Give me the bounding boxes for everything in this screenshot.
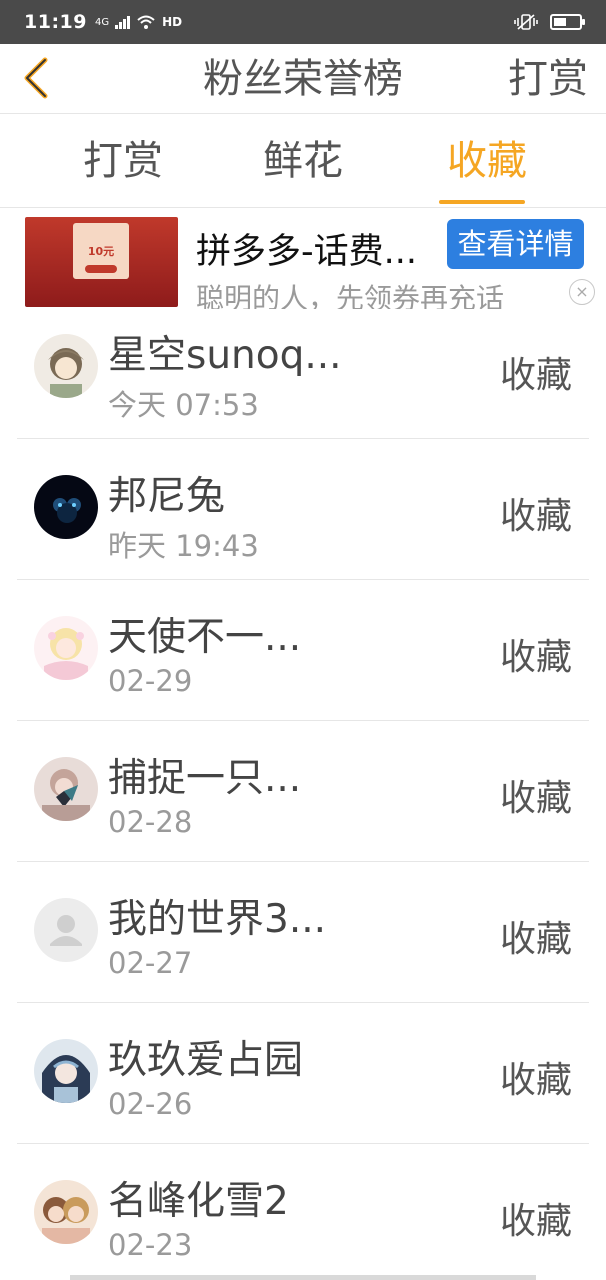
list-item[interactable]: 我的世界3... 02-27 收藏 [0,862,606,1003]
battery-level [554,18,566,26]
list-item[interactable]: 玖玖爱占园 02-26 收藏 [0,1003,606,1144]
status-icons: 4G HD [95,14,182,30]
status-right [514,13,585,31]
user-name: 玖玖爱占园 [108,1038,304,1083]
ad-image: 10元 [25,217,178,307]
user-name: 捕捉一只... [108,756,302,801]
action-label: 收藏 [499,778,572,819]
tab-favorites[interactable]: 收藏 [397,115,577,208]
vibrate-icon [514,14,538,30]
avatar[interactable] [34,898,98,962]
tab-label: 打赏 [83,138,163,184]
action-label: 收藏 [499,1201,572,1242]
ad-image-pill [85,265,117,273]
home-indicator [70,1275,536,1280]
timestamp: 02-29 [108,664,193,698]
user-name: 邦尼兔 [108,474,226,519]
avatar[interactable] [34,1180,98,1244]
avatar[interactable] [34,616,98,680]
user-name: 天使不一... [108,615,302,660]
action-label: 收藏 [499,919,572,960]
network-type: 4G [94,16,110,28]
avatar[interactable] [34,475,98,539]
action-label: 收藏 [499,355,572,396]
ad-image-amount: 10元 [87,245,115,258]
tab-bar: 打赏 鲜花 收藏 [0,115,606,208]
hd-icon: HD [162,15,183,29]
list-item[interactable]: 天使不一... 02-29 收藏 [0,580,606,721]
list-item[interactable]: 邦尼兔 昨天 19:43 收藏 [0,439,606,580]
tab-active-indicator [439,200,525,204]
timestamp: 02-23 [108,1228,193,1262]
tab-label: 鲜花 [263,138,343,184]
timestamp: 02-27 [108,946,193,980]
tab-flowers[interactable]: 鲜花 [213,115,393,208]
battery-icon [550,14,585,30]
tip-button[interactable]: 打赏 [508,44,588,114]
timestamp: 今天 07:53 [108,388,259,422]
list-item[interactable]: 名峰化雪2 02-23 收藏 [0,1144,606,1280]
user-name: 我的世界3... [108,897,327,942]
ad-detail-button[interactable]: 查看详情 [447,219,584,269]
status-time: 11:19 [24,11,87,33]
signal-icon [115,15,131,29]
wifi-icon [137,15,155,29]
tab-label: 收藏 [447,138,527,184]
timestamp: 02-28 [108,805,193,839]
avatar[interactable] [34,757,98,821]
ad-banner[interactable]: 10元 拼多多-话费... 聪明的人，先领券再充话 查看详情 × [0,209,606,309]
avatar[interactable] [34,1039,98,1103]
timestamp: 02-26 [108,1087,193,1121]
action-label: 收藏 [499,1060,572,1101]
nav-bar: 粉丝荣誉榜 打赏 [0,44,606,114]
action-label: 收藏 [499,496,572,537]
action-label: 收藏 [499,637,572,678]
avatar[interactable] [34,334,98,398]
timestamp: 昨天 19:43 [108,529,259,563]
tab-tip[interactable]: 打赏 [33,115,213,208]
user-name: 名峰化雪2 [108,1179,289,1224]
user-name: 星空sunoq... [108,333,342,378]
list-item[interactable]: 星空sunoq... 今天 07:53 收藏 [0,298,606,439]
ad-title: 拼多多-话费... [196,232,418,272]
status-bar: 11:19 4G HD [0,0,606,44]
status-left: 11:19 4G HD [24,11,182,33]
list-item[interactable]: 捕捉一只... 02-28 收藏 [0,721,606,862]
